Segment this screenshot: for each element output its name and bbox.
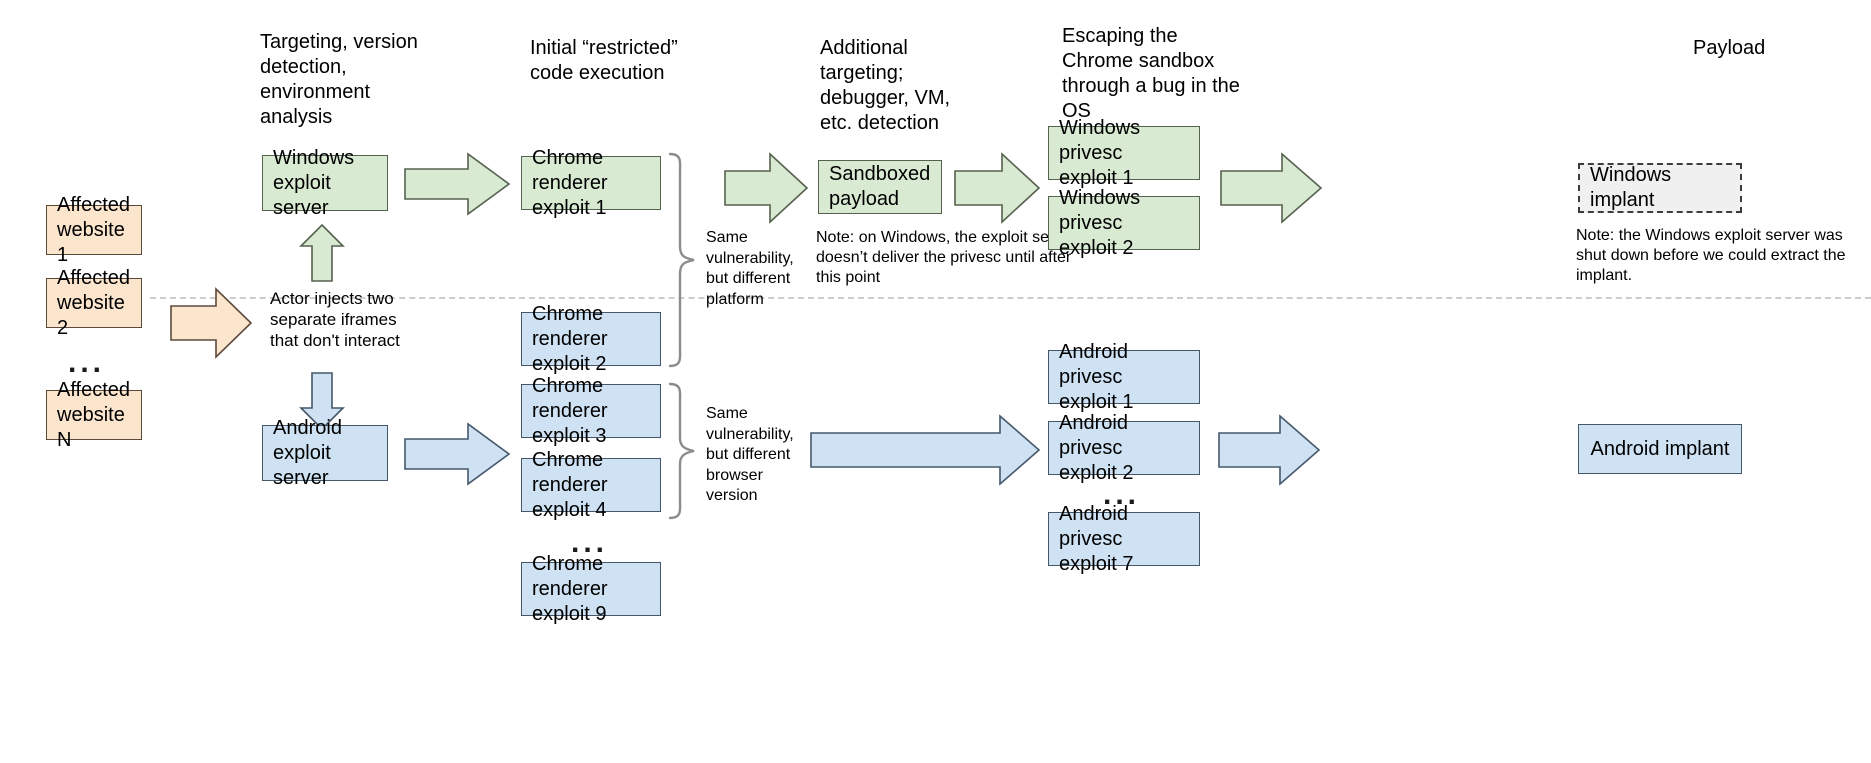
diagram-canvas: Targeting, version detection, environmen…: [0, 0, 1871, 763]
windows-privesc-to-implant-arrow: [1220, 152, 1323, 224]
windows-implant-note: Note: the Windows exploit server was shu…: [1576, 227, 1846, 284]
browser-version-bracket: [668, 382, 702, 520]
chrome-renderer-exploit-4-box: Chrome renderer exploit 4: [521, 449, 661, 521]
android-implant-box: Android implant: [1578, 424, 1742, 474]
injection-arrow-right: [170, 287, 253, 359]
windows-server-to-renderer-arrow: [404, 152, 511, 216]
windows-server-up-arrow: [299, 223, 345, 282]
chrome-renderer-exploit-1-box: Chrome renderer exploit 1: [521, 147, 661, 219]
windows-implant-box: Windows implant: [1578, 163, 1742, 213]
sandboxed-payload-to-privesc-arrow: [954, 152, 1041, 224]
windows-exploit-server-box: Windows exploit server: [262, 147, 388, 219]
chrome-renderer-exploit-3-box: Chrome renderer exploit 3: [521, 375, 661, 447]
column-header-additional-targeting: Additional targeting; debugger, VM, etc.…: [820, 37, 951, 134]
android-privesc-to-implant-arrow: [1218, 414, 1321, 486]
column-header-initial-execution: Initial “restricted” code execution: [530, 37, 678, 84]
column-header-sandbox-escape: Escaping the Chrome sandbox through a bu…: [1062, 25, 1240, 122]
affected-website-2-box: Affected website 2: [46, 267, 142, 339]
renderer-to-sandboxed-payload-arrow: [724, 152, 809, 224]
android-privesc-exploit-7-box: Android privesc exploit 7: [1048, 503, 1200, 575]
chrome-renderer-exploit-9-box: Chrome renderer exploit 9: [521, 553, 661, 625]
affected-website-1-box: Affected website 1: [46, 194, 142, 266]
windows-privesc-exploit-2-box: Windows privesc exploit 2: [1048, 187, 1200, 259]
platform-bracket-label: Same vulnerability, but different platfo…: [706, 229, 794, 308]
sandboxed-payload-box: Sandboxed payload: [818, 160, 942, 214]
injection-caption: Actor injects two separate iframes that …: [270, 289, 400, 350]
renderer-to-android-privesc-arrow: [810, 414, 1041, 486]
browser-version-bracket-label: Same vulnerability, but different browse…: [706, 405, 794, 504]
column-header-payload: Payload: [1693, 37, 1766, 59]
column-header-targeting: Targeting, version detection, environmen…: [260, 31, 418, 128]
platform-bracket: [668, 152, 702, 368]
windows-privesc-exploit-1-box: Windows privesc exploit 1: [1048, 117, 1200, 189]
affected-websites-ellipsis: ...: [68, 346, 106, 379]
android-privesc-exploit-1-box: Android privesc exploit 1: [1048, 341, 1200, 413]
chrome-renderer-exploit-2-box: Chrome renderer exploit 2: [521, 303, 661, 375]
android-privesc-exploit-2-box: Android privesc exploit 2: [1048, 412, 1200, 484]
android-exploit-server-box: Android exploit server: [262, 417, 388, 489]
affected-website-n-box: Affected website N: [46, 379, 142, 451]
android-server-to-renderer-arrow: [404, 422, 511, 486]
